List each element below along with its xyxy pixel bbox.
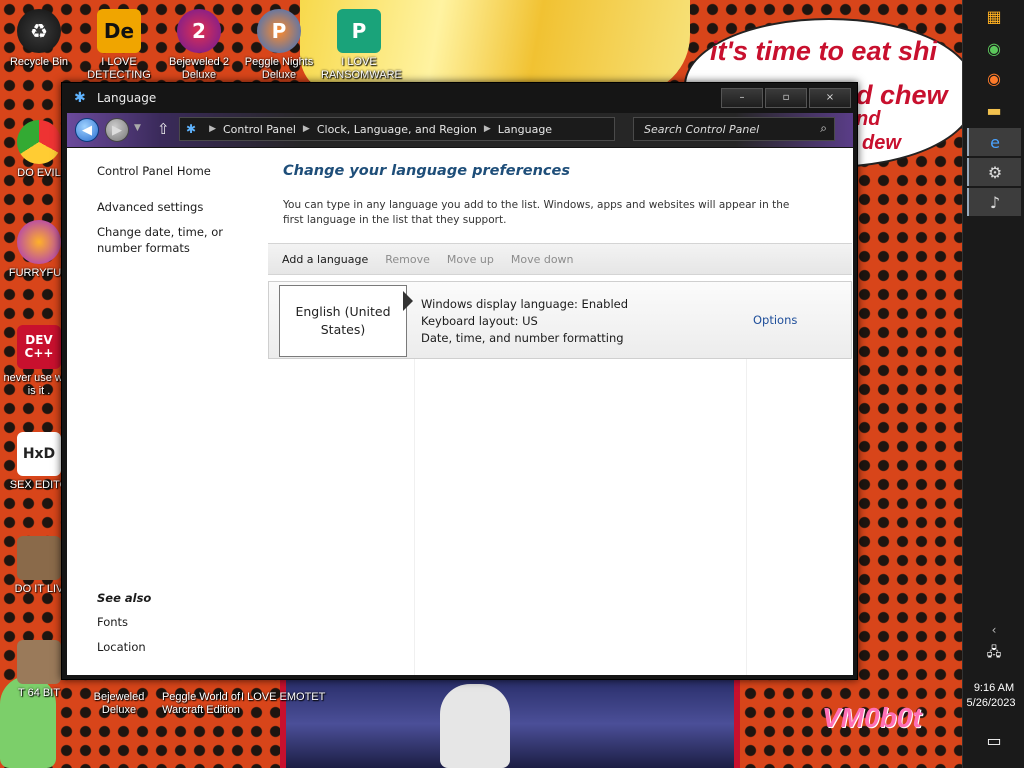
control-panel-icon: ✱: [186, 122, 197, 136]
remove-button[interactable]: Remove: [385, 253, 430, 266]
portrait-icon: [17, 640, 61, 684]
language-details: Windows display language: Enabled Keyboa…: [421, 296, 628, 347]
desktop-icon-label: Peggle World of Warcraft Edition: [161, 691, 241, 716]
control-panel-icon: ✱: [74, 90, 86, 106]
history-dropdown-icon[interactable]: ▼: [134, 123, 141, 133]
desktop-icon-label: Bejeweled 2 Deluxe: [169, 56, 229, 81]
search-placeholder: Search Control Panel: [644, 123, 760, 136]
portrait-icon: [17, 536, 61, 580]
firefox-taskbar-icon[interactable]: ◉: [967, 64, 1021, 92]
close-button[interactable]: ×: [809, 88, 851, 108]
forward-button[interactable]: ▶: [105, 118, 129, 142]
sidebar-link-fonts[interactable]: Fonts: [97, 614, 128, 630]
breadcrumb[interactable]: ✱ ▶ Control Panel ▶ Clock, Language, and…: [179, 117, 615, 141]
up-arrow-icon[interactable]: ⇧: [157, 120, 170, 138]
sidebar-link-change-date-formats[interactable]: Change date, time, or number formats: [97, 224, 262, 256]
network-icon[interactable]: 🖧: [967, 640, 1021, 668]
breadcrumb-chevron-icon[interactable]: ▶: [303, 124, 310, 134]
desktop-icon-recycle-bin[interactable]: ♻ Recycle Bin: [1, 9, 77, 69]
clock-date: 5/26/2023: [966, 697, 1016, 709]
language-window: ✱ Language – ▫ × ◀ ▶ ▼ ⇧ ✱ ▶ Control Pan…: [61, 82, 858, 680]
desktop-icon-ransomware[interactable]: P I LOVE RANSOMWARE: [321, 9, 402, 82]
search-icon[interactable]: ⌕: [820, 121, 827, 136]
media-icon[interactable]: ♪: [967, 188, 1021, 216]
bubble-text-2: d chew: [856, 80, 948, 110]
desktop-icon-label: T 64 BIT: [18, 687, 60, 699]
chrome-taskbar-icon[interactable]: ◉: [967, 34, 1021, 62]
taskbar: ▦ ◉ ◉ ▬ e ⚙ ♪ ‹ 🖧 9:16 AM 5/26/2023 ▭: [962, 0, 1024, 768]
address-bar: ◀ ▶ ▼ ⇧ ✱ ▶ Control Panel ▶ Clock, Langu…: [67, 113, 853, 147]
breadcrumb-control-panel[interactable]: Control Panel: [223, 123, 296, 136]
publisher-icon: P: [337, 9, 381, 53]
desktop-icon-peggle-nights[interactable]: P Peggle Nights Deluxe: [241, 9, 317, 82]
desktop-icon-bejeweled2[interactable]: 2 Bejeweled 2 Deluxe: [161, 9, 237, 82]
recycle-bin-icon: ♻: [17, 9, 61, 53]
language-toolbar: Add a language Remove Move up Move down: [268, 243, 852, 275]
move-up-button[interactable]: Move up: [447, 253, 494, 266]
keyboard-layout: Keyboard layout: US: [421, 314, 538, 328]
options-link[interactable]: Options: [753, 313, 797, 327]
language-list-item[interactable]: English (United States) Windows display …: [268, 281, 852, 359]
firefox-icon: [17, 220, 61, 264]
sidebar-link-control-panel-home[interactable]: Control Panel Home: [97, 163, 211, 179]
back-button[interactable]: ◀: [75, 118, 99, 142]
desktop-icon-label: I LOVE RANSOMWARE: [321, 56, 402, 81]
watermark: VM0b0t: [822, 702, 922, 733]
page-description: You can type in any language you add to …: [283, 199, 790, 226]
desktop-icon-label: Peggle Nights Deluxe: [244, 56, 314, 81]
bubble-text-3: nd: [856, 108, 881, 130]
content-area: Control Panel Home Advanced settings Cha…: [67, 148, 853, 675]
sidebar-link-advanced-settings[interactable]: Advanced settings: [97, 199, 203, 215]
mouse-cursor-icon: [403, 291, 413, 311]
bubble-text-4: dew: [862, 132, 901, 154]
clock-time: 9:16 AM: [973, 682, 1015, 694]
breadcrumb-language[interactable]: Language: [498, 123, 552, 136]
chrome-icon: [17, 120, 61, 164]
devcpp-icon: DEV C++: [17, 325, 61, 369]
column-divider: [414, 359, 415, 675]
desktop-icon-label: I LOVE DETECTING: [87, 56, 151, 81]
desktop-icon-bejeweled-deluxe[interactable]: Bejeweled Deluxe: [81, 688, 157, 717]
display-language-status: Windows display language: Enabled: [421, 297, 629, 311]
language-tile[interactable]: English (United States): [279, 285, 407, 357]
ie-icon[interactable]: e: [967, 128, 1021, 156]
start-icon[interactable]: ▦: [967, 2, 1021, 30]
folder-icon[interactable]: ▬: [967, 96, 1021, 124]
desktop-icon-label: I LOVE EMOTET: [241, 691, 326, 703]
notifications-icon[interactable]: ▭: [967, 726, 1021, 754]
see-also-heading: See also: [97, 591, 152, 605]
peggle-icon: P: [257, 9, 301, 53]
move-down-button[interactable]: Move down: [511, 253, 574, 266]
page-title: Change your language preferences: [283, 163, 570, 179]
breadcrumb-chevron-icon[interactable]: ▶: [484, 124, 491, 134]
sidebar: Control Panel Home Advanced settings Cha…: [67, 148, 267, 675]
bubble-text-1: it's time to eat shi: [710, 36, 937, 66]
wallpaper-scene: [280, 680, 740, 768]
control-panel-taskbar-icon[interactable]: ⚙: [967, 158, 1021, 186]
breadcrumb-chevron-icon[interactable]: ▶: [209, 124, 216, 134]
detect-it-easy-icon: De: [97, 9, 141, 53]
clock[interactable]: 9:16 AM 5/26/2023: [963, 681, 1024, 711]
add-language-button[interactable]: Add a language: [282, 253, 368, 266]
search-input[interactable]: Search Control Panel ⌕: [633, 117, 835, 141]
breadcrumb-clock-language-region[interactable]: Clock, Language, and Region: [317, 123, 477, 136]
desktop-icon-emotet[interactable]: I LOVE EMOTET: [241, 688, 326, 704]
desktop-icon-label: Bejeweled Deluxe: [93, 691, 145, 716]
wallpaper-figure: [440, 684, 510, 768]
desktop-icon-label: Recycle Bin: [9, 56, 69, 68]
desktop-icon-detecting[interactable]: De I LOVE DETECTING: [81, 9, 157, 82]
title-bar[interactable]: ✱ Language – ▫ ×: [62, 83, 857, 113]
desktop-icon-peggle-wow[interactable]: Peggle World of Warcraft Edition: [161, 688, 241, 717]
bejeweled-icon: 2: [177, 9, 221, 53]
hxd-icon: HxD: [17, 432, 61, 476]
sidebar-link-location[interactable]: Location: [97, 639, 146, 655]
column-divider: [746, 359, 747, 675]
maximize-button[interactable]: ▫: [765, 88, 807, 108]
window-title: Language: [97, 91, 157, 105]
minimize-button[interactable]: –: [721, 88, 763, 108]
formatting-info: Date, time, and number formatting: [421, 331, 624, 345]
